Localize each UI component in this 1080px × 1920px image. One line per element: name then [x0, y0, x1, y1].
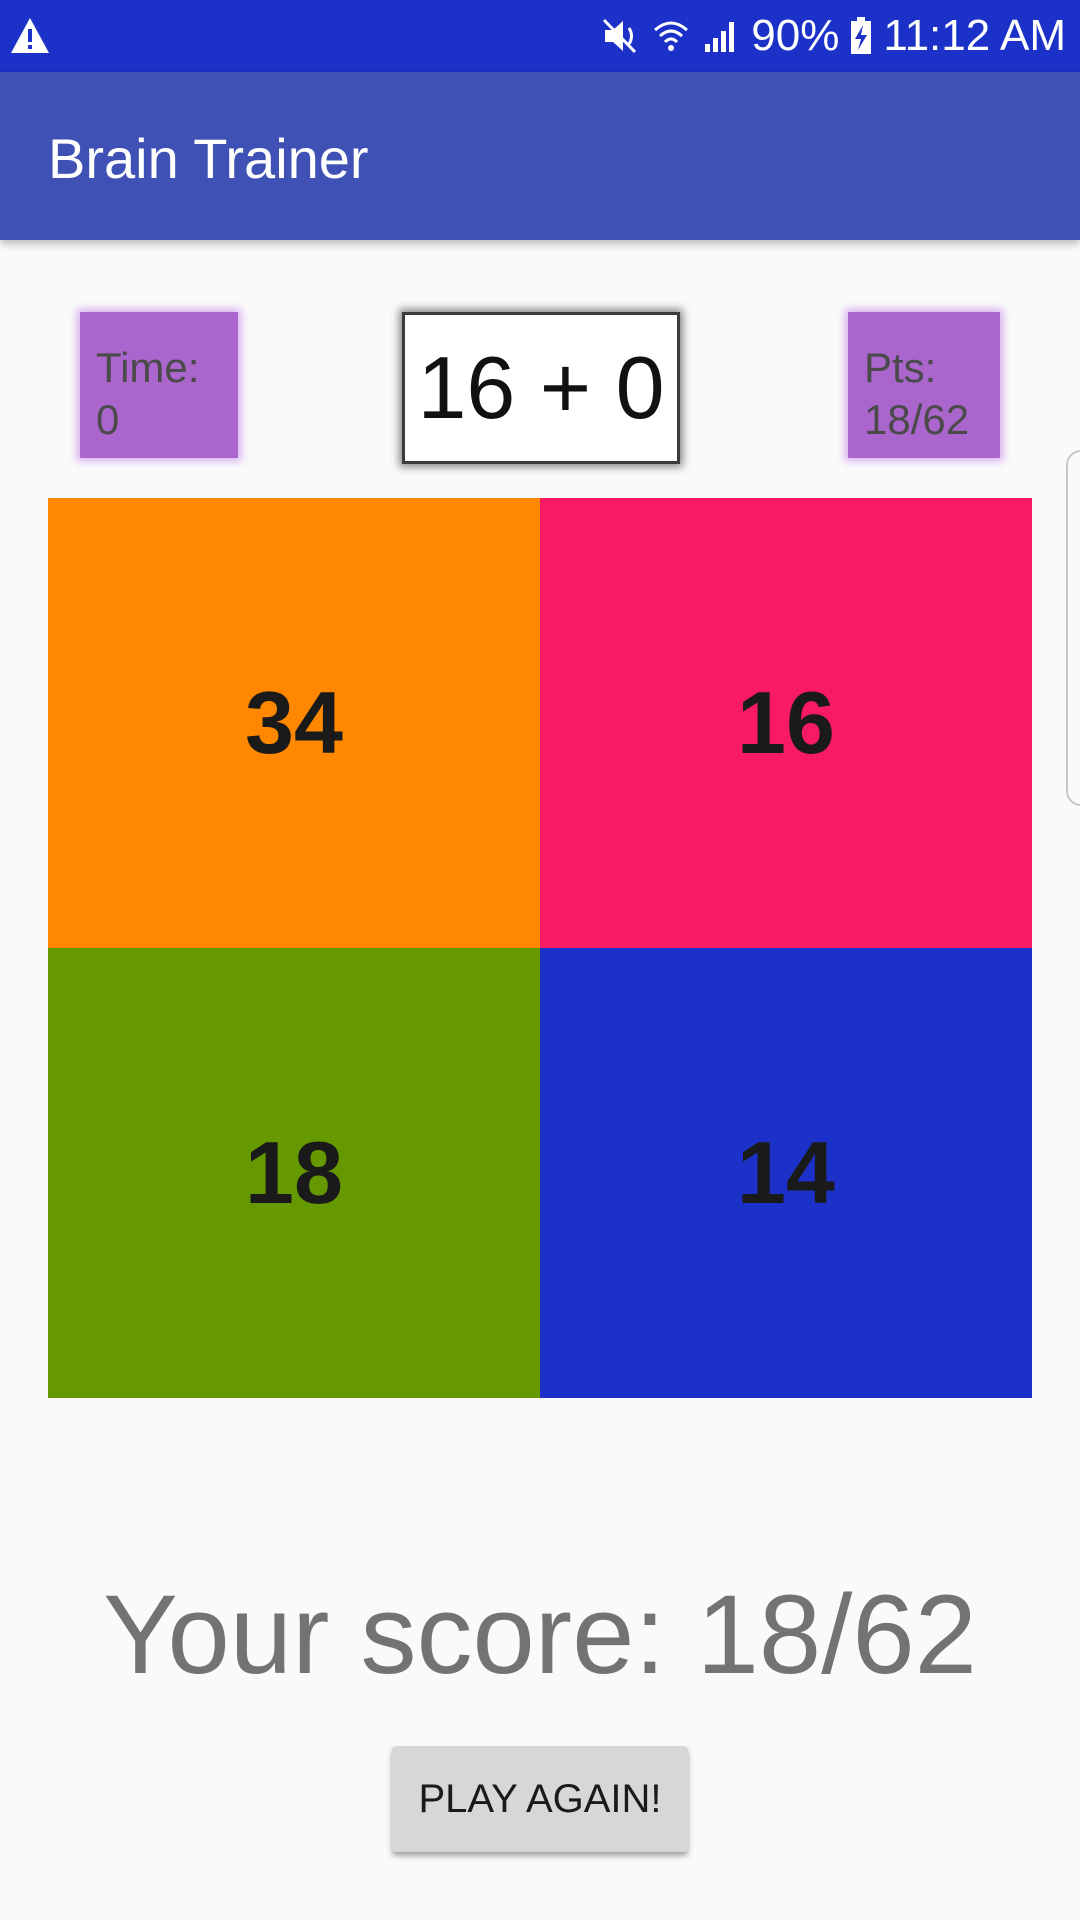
warning-icon — [10, 16, 50, 56]
app-bar: Brain Trainer — [0, 72, 1080, 240]
answer-grid: 34 16 18 14 — [48, 498, 1032, 1398]
answer-button-2[interactable]: 16 — [540, 498, 1032, 948]
play-again-button[interactable]: PLAY AGAIN! — [392, 1746, 688, 1852]
timer-label: Time: — [96, 344, 200, 391]
battery-percent: 90% — [751, 11, 840, 60]
points-box: Pts: 18/62 — [848, 312, 1000, 458]
question-display: 16 + 0 — [402, 312, 680, 464]
timer-value: 0 — [96, 396, 120, 443]
answer-button-3[interactable]: 18 — [48, 948, 540, 1398]
status-bar: 90% 11:12 AM — [0, 0, 1080, 72]
answer-button-4[interactable]: 14 — [540, 948, 1032, 1398]
timer-box: Time: 0 — [80, 312, 238, 458]
final-score-text: Your score: 18/62 — [103, 1572, 977, 1697]
battery-charging-icon — [849, 16, 873, 56]
app-title: Brain Trainer — [48, 127, 369, 190]
status-time: 11:12 AM — [883, 11, 1066, 60]
answer-button-1[interactable]: 34 — [48, 498, 540, 948]
points-value: 18/62 — [864, 396, 970, 443]
edge-panel-handle[interactable] — [1066, 450, 1080, 806]
mute-icon — [601, 16, 641, 56]
wifi-icon — [651, 16, 691, 56]
points-label: Pts: — [864, 344, 937, 391]
signal-icon — [701, 16, 741, 56]
